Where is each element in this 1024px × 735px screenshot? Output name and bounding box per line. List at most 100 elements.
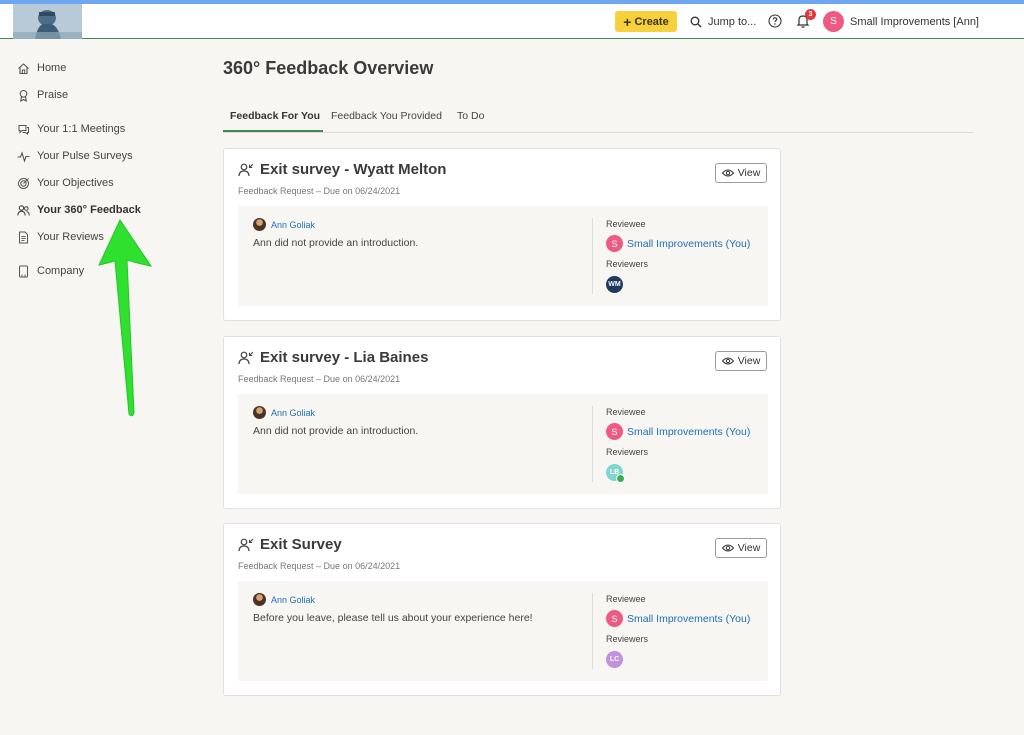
- reviewers-label: Reviewers: [606, 259, 649, 269]
- reviewer-avatar[interactable]: WM: [606, 276, 623, 293]
- eye-icon: [721, 169, 734, 177]
- reviewee-name: Small Improvements (You): [627, 425, 751, 438]
- view-button[interactable]: View: [715, 163, 767, 183]
- sidebar-item-label: Your 360° Feedback: [37, 204, 141, 216]
- author-name: Ann Goliak: [271, 407, 316, 418]
- building-icon: [19, 265, 28, 277]
- create-label: Create: [634, 15, 669, 28]
- sidebar-item-meetings[interactable]: Your 1:1 Meetings: [17, 121, 125, 137]
- divider: [592, 406, 593, 482]
- sidebar-item-label: Your 1:1 Meetings: [37, 123, 126, 135]
- jump-to-search[interactable]: Jump to...: [690, 14, 756, 30]
- card-subtitle: Feedback Request – Due on 06/24/2021: [238, 186, 401, 196]
- page-title: 360° Feedback Overview: [223, 58, 434, 78]
- sidebar-item-label: Home: [37, 62, 67, 74]
- author-avatar: [253, 406, 266, 419]
- reviewers-label: Reviewers: [606, 447, 649, 457]
- sidebar-item-label: Your Reviews: [37, 231, 104, 243]
- notification-badge: 3: [805, 9, 816, 20]
- people-icon: [17, 204, 30, 216]
- eye-icon: [721, 544, 734, 552]
- reviewee-link[interactable]: S Small Improvements (You): [606, 235, 750, 252]
- sidebar-item-label: Praise: [37, 89, 69, 101]
- sidebar-item-pulse-surveys[interactable]: Your Pulse Surveys: [17, 148, 133, 164]
- award-icon: [19, 89, 28, 102]
- chat-icon: [18, 124, 29, 135]
- feedback-card: Exit survey - Wyatt Melton Feedback Requ…: [223, 148, 781, 321]
- feedback-card: Exit survey - Lia Baines Feedback Reques…: [223, 336, 781, 509]
- feedback-details: Ann Goliak Ann did not provide an introd…: [238, 394, 768, 494]
- view-button[interactable]: View: [715, 351, 767, 371]
- card-title-text: Exit Survey: [260, 536, 342, 553]
- sidebar-item-objectives[interactable]: Your Objectives: [17, 175, 114, 191]
- view-label: View: [737, 542, 761, 554]
- jump-to-label: Jump to...: [708, 16, 757, 28]
- author-name: Ann Goliak: [271, 594, 316, 605]
- tab-feedback-for-you[interactable]: Feedback For You: [230, 110, 320, 122]
- feedback-details: Ann Goliak Before you leave, please tell…: [238, 581, 768, 681]
- user-avatar: S: [823, 11, 844, 32]
- reviewee-name: Small Improvements (You): [627, 612, 751, 625]
- completed-check-icon: [616, 474, 625, 483]
- card-title: Exit survey - Lia Baines: [238, 349, 428, 366]
- logo-image-icon: [13, 4, 82, 39]
- sidebar-item-praise[interactable]: Praise: [17, 87, 68, 103]
- reviewee-avatar: S: [606, 423, 623, 440]
- sidebar-item-label: Company: [37, 265, 85, 277]
- author-name: Ann Goliak: [271, 219, 316, 230]
- author-link[interactable]: Ann Goliak: [253, 218, 315, 231]
- sidebar-item-home[interactable]: Home: [17, 60, 66, 76]
- sidebar-item-label: Your Objectives: [37, 177, 114, 189]
- card-title-text: Exit survey - Wyatt Melton: [260, 161, 447, 178]
- home-icon: [18, 62, 29, 74]
- user-menu[interactable]: S Small Improvements [Ann]: [823, 11, 979, 32]
- reviewee-avatar: S: [606, 610, 623, 627]
- eye-icon: [721, 357, 734, 365]
- reviewee-avatar: S: [606, 235, 623, 252]
- feedback-request-icon: [238, 351, 254, 364]
- card-subtitle: Feedback Request – Due on 06/24/2021: [238, 374, 401, 384]
- card-title: Exit Survey: [238, 536, 342, 553]
- divider: [592, 218, 593, 294]
- active-tab-indicator: [223, 130, 323, 132]
- sidebar-item-company[interactable]: Company: [17, 263, 84, 279]
- author-avatar: [253, 218, 266, 231]
- pulse-icon: [17, 150, 30, 163]
- help-icon[interactable]: [768, 14, 782, 28]
- sidebar-item-label: Your Pulse Surveys: [37, 150, 133, 162]
- author-link[interactable]: Ann Goliak: [253, 593, 315, 606]
- create-button[interactable]: + Create: [615, 11, 677, 32]
- sidebar-item-reviews[interactable]: Your Reviews: [17, 229, 104, 245]
- introduction-text: Ann did not provide an introduction.: [253, 425, 419, 437]
- tab-to-do[interactable]: To Do: [457, 110, 484, 122]
- author-link[interactable]: Ann Goliak: [253, 406, 315, 419]
- reviewee-link[interactable]: S Small Improvements (You): [606, 423, 750, 440]
- introduction-text: Before you leave, please tell us about y…: [253, 612, 533, 624]
- card-subtitle: Feedback Request – Due on 06/24/2021: [238, 561, 401, 571]
- top-bar: + Create Jump to... 3 S Small Improvemen…: [0, 4, 1024, 39]
- company-logo[interactable]: [13, 4, 82, 39]
- card-title: Exit survey - Wyatt Melton: [238, 161, 446, 178]
- reviewee-link[interactable]: S Small Improvements (You): [606, 610, 750, 627]
- reviewee-label: Reviewee: [606, 407, 646, 417]
- search-icon: [690, 16, 702, 28]
- divider: [592, 593, 593, 669]
- feedback-tabs: Feedback For You Feedback You Provided T…: [223, 106, 973, 133]
- view-button[interactable]: View: [715, 538, 767, 558]
- annotation-arrow-icon: [98, 218, 153, 417]
- view-label: View: [737, 355, 761, 367]
- user-name: Small Improvements [Ann]: [850, 15, 979, 28]
- reviewee-label: Reviewee: [606, 594, 646, 604]
- tab-feedback-you-provided[interactable]: Feedback You Provided: [331, 110, 442, 122]
- reviewee-name: Small Improvements (You): [627, 237, 751, 250]
- reviewers-label: Reviewers: [606, 634, 649, 644]
- feedback-card: Exit Survey Feedback Request – Due on 06…: [223, 523, 781, 696]
- feedback-details: Ann Goliak Ann did not provide an introd…: [238, 206, 768, 306]
- sidebar-item-360-feedback[interactable]: Your 360° Feedback: [17, 202, 141, 218]
- feedback-request-icon: [238, 163, 254, 176]
- reviewer-avatar[interactable]: LC: [606, 651, 623, 668]
- document-icon: [19, 231, 28, 243]
- author-avatar: [253, 593, 266, 606]
- reviewee-label: Reviewee: [606, 219, 646, 229]
- target-icon: [18, 177, 29, 189]
